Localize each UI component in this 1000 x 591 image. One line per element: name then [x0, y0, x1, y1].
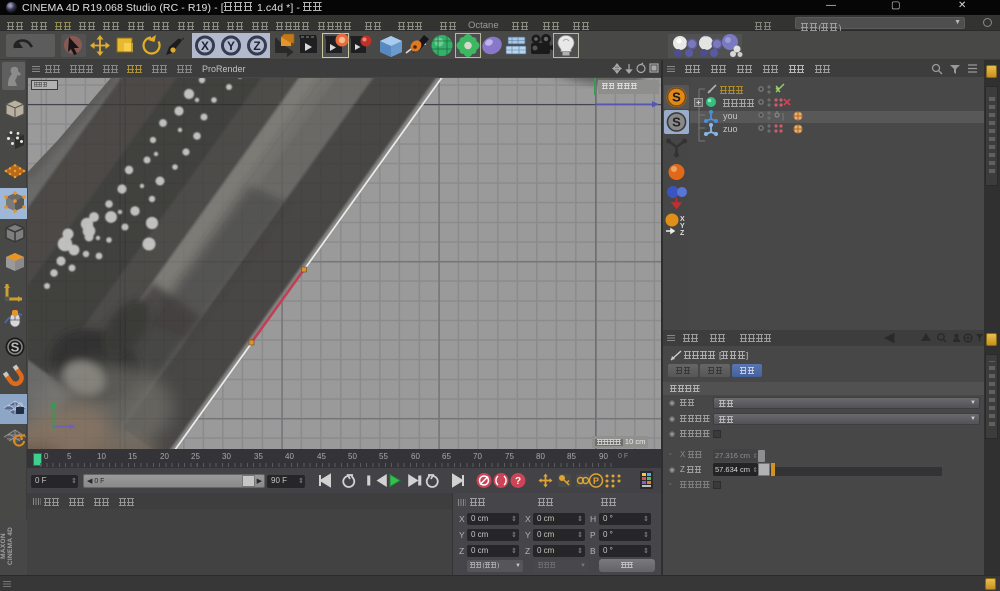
- svg-text:P: P: [593, 476, 599, 486]
- svg-text:Y: Y: [227, 39, 235, 53]
- svg-text:X: X: [680, 216, 685, 223]
- svg-text:Z: Z: [680, 230, 685, 237]
- svg-text:X: X: [201, 39, 209, 53]
- svg-text:S: S: [11, 340, 20, 355]
- svg-text:Z: Z: [253, 39, 260, 53]
- svg-text:?: ?: [515, 476, 521, 487]
- svg-text:S: S: [672, 115, 681, 130]
- svg-text:|: |: [782, 112, 784, 121]
- svg-text:Y: Y: [680, 223, 685, 230]
- svg-text:S: S: [672, 90, 681, 105]
